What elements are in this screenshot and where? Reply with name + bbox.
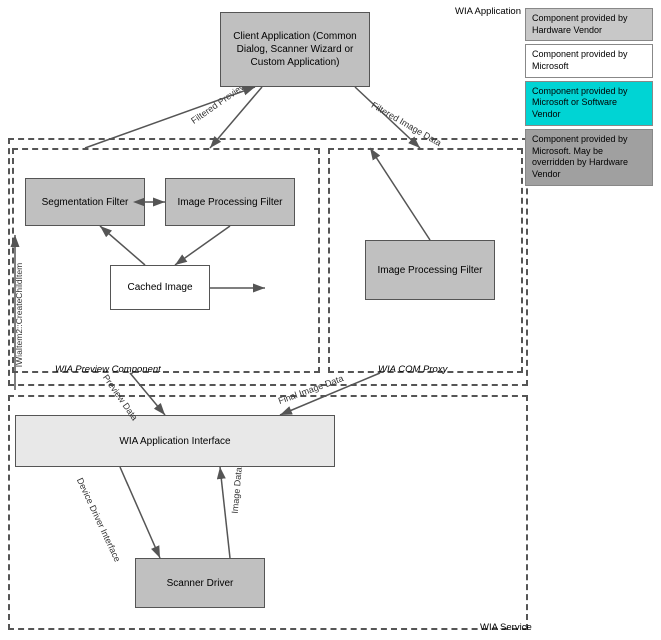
wia-com-proxy-label: WIA COM Proxy xyxy=(378,364,447,375)
image-processing-filter-2-box: Image Processing Filter xyxy=(365,240,495,300)
wia-app-interface-box: WIA Application Interface xyxy=(15,415,335,467)
image-processing-filter-1-box: Image Processing Filter xyxy=(165,178,295,226)
wia-preview-component-label: WIA Preview Component xyxy=(55,364,161,375)
client-application-box: Client Application (Common Dialog, Scann… xyxy=(220,12,370,87)
legend: Component provided by Hardware Vendor Co… xyxy=(525,8,653,189)
scanner-driver-box: Scanner Driver xyxy=(135,558,265,608)
wia-application-label: WIA Application xyxy=(455,6,521,17)
legend-item-microsoft: Component provided by Microsoft xyxy=(525,44,653,77)
legend-item-microsoft-hardware-override: Component provided by Microsoft. May be … xyxy=(525,129,653,186)
cached-image-box: Cached Image xyxy=(110,265,210,310)
segmentation-filter-box: Segmentation Filter xyxy=(25,178,145,226)
legend-item-hardware-vendor: Component provided by Hardware Vendor xyxy=(525,8,653,41)
wia-service-label: WIA Service xyxy=(480,622,532,633)
legend-item-microsoft-software-vendor: Component provided by Microsoft or Softw… xyxy=(525,81,653,126)
diagram-container: WIA Application Client Application (Comm… xyxy=(0,0,661,640)
